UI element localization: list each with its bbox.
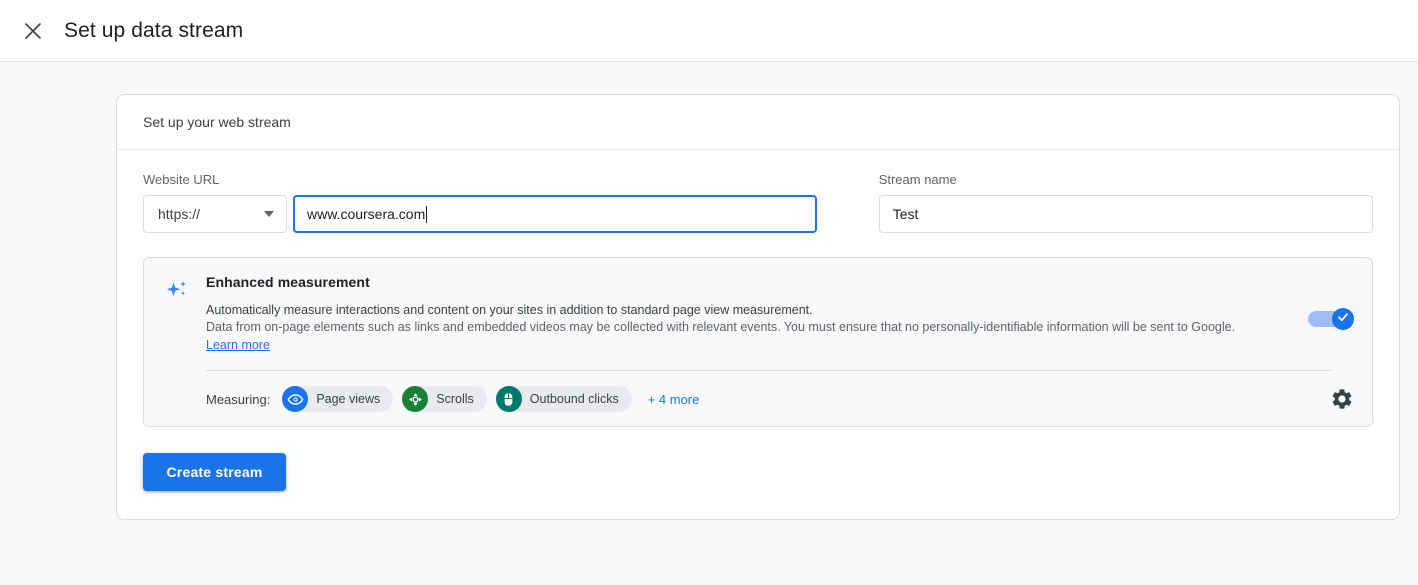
stream-name-label: Stream name xyxy=(878,172,957,187)
page-content: Set up your web stream Website URL https… xyxy=(0,62,1418,520)
enhanced-measurement-description: Automatically measure interactions and c… xyxy=(206,302,1354,354)
card-header: Set up your web stream xyxy=(117,95,1399,150)
text-cursor xyxy=(426,205,428,223)
chip-label: Scrolls xyxy=(436,392,474,406)
sparkle-icon xyxy=(164,274,206,412)
fields-row: Website URL https:// www.coursera.com St… xyxy=(143,172,1373,233)
enhanced-measurement-toggle[interactable] xyxy=(1308,308,1354,330)
chip-page-views[interactable]: Page views xyxy=(282,386,394,412)
eye-icon xyxy=(282,386,309,412)
top-bar: Set up data stream xyxy=(0,0,1418,62)
more-measurements-link[interactable]: + 4 more xyxy=(648,392,700,407)
enhanced-measurement-settings-button[interactable] xyxy=(1330,387,1354,411)
website-url-field-group: Website URL https:// www.coursera.com xyxy=(143,172,817,233)
page-title: Set up data stream xyxy=(64,18,244,42)
card-header-title: Set up your web stream xyxy=(143,114,291,130)
measuring-label: Measuring: xyxy=(206,391,271,407)
mouse-icon xyxy=(495,386,522,412)
close-button[interactable] xyxy=(18,16,48,46)
chip-label: Page views xyxy=(316,392,381,406)
description-line-2: Data from on-page elements such as links… xyxy=(206,320,1236,334)
card-body: Website URL https:// www.coursera.com St… xyxy=(117,150,1399,519)
website-url-label: Website URL xyxy=(143,172,220,187)
chip-label: Outbound clicks xyxy=(529,392,619,406)
gear-icon xyxy=(1330,389,1354,415)
description-line-1: Automatically measure interactions and c… xyxy=(206,303,813,317)
close-icon xyxy=(23,21,43,41)
panel-divider xyxy=(206,370,1332,371)
website-url-row: https:// www.coursera.com xyxy=(143,195,817,233)
stream-name-value: Test xyxy=(892,206,919,222)
create-stream-button[interactable]: Create stream xyxy=(143,453,286,491)
enhanced-measurement-content: Enhanced measurement Automatically measu… xyxy=(206,274,1354,412)
check-icon xyxy=(1336,310,1350,329)
toggle-knob xyxy=(1332,308,1354,330)
chip-scrolls[interactable]: Scrolls xyxy=(402,386,487,412)
stream-name-input[interactable]: Test xyxy=(878,195,1373,233)
enhanced-measurement-panel: Enhanced measurement Automatically measu… xyxy=(143,257,1373,427)
website-url-value: www.coursera.com xyxy=(307,206,426,222)
learn-more-link[interactable]: Learn more xyxy=(206,337,270,354)
url-scheme-select[interactable]: https:// xyxy=(143,195,287,233)
url-scheme-value: https:// xyxy=(158,206,201,222)
measuring-row: Measuring: Page views Scrolls Outbound c… xyxy=(206,386,1354,412)
website-url-input[interactable]: www.coursera.com xyxy=(293,195,817,233)
chevron-down-icon xyxy=(264,211,274,217)
stream-name-field-group: Stream name Test xyxy=(878,172,1373,233)
scroll-icon xyxy=(402,386,429,412)
enhanced-measurement-title: Enhanced measurement xyxy=(206,274,370,290)
setup-card: Set up your web stream Website URL https… xyxy=(116,94,1400,520)
chip-outbound-clicks[interactable]: Outbound clicks xyxy=(495,386,632,412)
